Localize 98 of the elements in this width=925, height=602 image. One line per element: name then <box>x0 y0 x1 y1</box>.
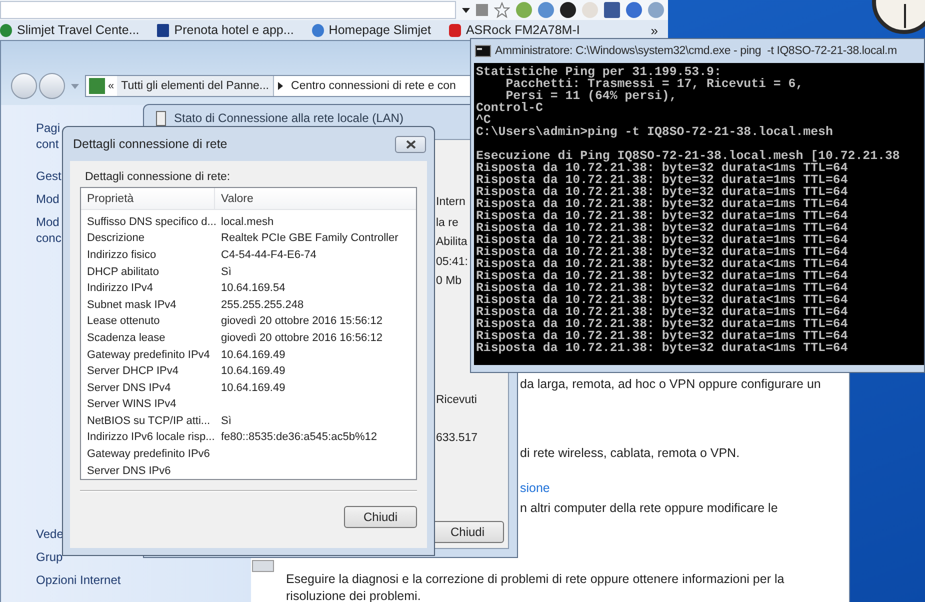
console-icon <box>475 45 491 57</box>
value-cell-text: C4-54-44-F4-E6-74 <box>220 248 316 261</box>
sidebar-link[interactable]: conc <box>36 231 62 245</box>
value-cell-text: 255.255.255.248 <box>220 298 304 311</box>
bookmark-link[interactable]: Slimjet Travel Cente... <box>0 23 140 37</box>
value-cell-text: fe80::8535:de36:a545:ac5b%12 <box>220 431 377 444</box>
details-label: Dettagli connessione di rete: <box>85 171 232 183</box>
console-line: Risposta da 10.72.21.38: byte=32 durata=1ms TTL=64 <box>476 186 848 198</box>
back-button[interactable] <box>11 73 37 99</box>
sidebar-link[interactable]: Mod <box>36 192 60 206</box>
value-cell-text: Realtek PCIe GBE Family Controller <box>220 232 398 244</box>
bookmark-link[interactable]: Prenota hotel e app... <box>157 23 294 37</box>
property-cell-text: NetBIOS su TCP/IP atti... <box>86 414 212 427</box>
console-line: Risposta da 10.72.21.38: byte=32 durata=1ms TTL=64 <box>476 210 848 222</box>
property-cell-text: Scadenza lease <box>86 332 166 344</box>
dropdown-icon[interactable] <box>462 8 470 12</box>
status-text: la re <box>436 217 458 229</box>
description-text: da larga, remota, ad hoc o VPN oppure configurare un <box>520 377 821 391</box>
console-line: Risposta da 10.72.21.38: byte=32 durata<1ms TTL=64 <box>476 294 848 306</box>
value-cell-text: 10.64.169.49 <box>220 365 286 378</box>
arrow-icon[interactable] <box>278 82 284 90</box>
window-title: Amministratore: C:\Windows\system32\cmd.exe - ping -t IQ8SO-72-21-38.local.m <box>495 45 897 57</box>
console-line: Risposta da 10.72.21.38: byte=32 durata<1ms TTL=64 <box>476 258 848 270</box>
address-field[interactable] <box>0 1 456 19</box>
breadcrumb[interactable]: Tutti gli elementi del Panne... <box>117 76 274 96</box>
property-cell-text: Indirizzo IPv6 locale risp... <box>86 431 215 444</box>
close-button[interactable] <box>395 136 426 152</box>
console-line: Risposta da 10.72.21.38: byte=32 durata=1ms TTL=64 <box>476 198 848 210</box>
value-cell-text: Sì <box>220 266 232 278</box>
console-line: Risposta da 10.72.21.38: byte=32 durata<1ms TTL=64 <box>476 162 848 174</box>
status-text: 0 Mb <box>436 275 462 287</box>
close-button[interactable]: Chiudi <box>344 506 417 528</box>
sidebar-link[interactable]: Grup <box>36 550 63 564</box>
property-cell-text: Gateway predefinito IPv6 <box>86 448 211 460</box>
property-cell-text: Gateway predefinito IPv4 <box>86 348 211 361</box>
property-cell-text: Subnet mask IPv4 <box>86 298 178 311</box>
forward-button[interactable] <box>39 73 65 99</box>
property-cell-text: Server DNS IPv6 <box>86 464 172 477</box>
address-bar[interactable]: « Tutti gli elementi del Panne... Centro connessioni di rete e con <box>85 75 472 97</box>
chevron-button[interactable]: « <box>108 80 114 92</box>
property-cell-text: Server DHCP IPv4 <box>86 365 180 378</box>
sidebar-link[interactable]: Pagi <box>36 121 60 135</box>
value-cell-text: 10.64.169.49 <box>220 348 286 361</box>
property-cell-text: Server DNS IPv4 <box>86 382 172 394</box>
bookmark-link[interactable]: Homepage Slimjet <box>312 23 431 37</box>
console-line: C:\Users\admin>ping -t IQ8SO-72-21-38.local.mesh <box>476 126 833 138</box>
column-header[interactable]: Proprietà <box>81 188 215 210</box>
property-cell-text: Lease ottenuto <box>86 315 161 328</box>
sidebar-link[interactable]: Gest <box>36 169 62 183</box>
console-line: Risposta da 10.72.21.38: byte=32 durata=1ms TTL=64 <box>476 282 848 294</box>
window-title: Stato di Connessione alla rete locale (LAN) <box>174 111 404 125</box>
description-text: Eseguire la diagnosi e la correzione di problemi di rete oppure ottenere informazioni per la <box>286 571 784 588</box>
status-text: Abilita <box>436 236 468 248</box>
status-text: 633.517 <box>436 432 478 444</box>
star-icon[interactable] <box>494 2 510 18</box>
console-line: Risposta da 10.72.21.38: byte=32 durata=1ms TTL=64 <box>476 174 848 186</box>
property-cell-text: Suffisso DNS specifico d... <box>86 216 215 228</box>
description-text: n altri computer della rete oppure modificare le <box>520 501 778 515</box>
status-text: 05:41: <box>436 256 468 268</box>
bookmark-link[interactable]: ASRock FM2A78M-I <box>448 23 580 37</box>
console-line: Risposta da 10.72.21.38: byte=32 durata=1ms TTL=64 <box>476 246 848 258</box>
status-text: Intern <box>436 196 466 208</box>
dialog-title: Dettagli connessione di rete <box>73 137 228 151</box>
console-line: Risposta da 10.72.21.38: byte=32 durata=1ms TTL=64 <box>476 234 848 246</box>
sidebar-link[interactable]: cont <box>36 137 59 151</box>
console-line: Esecuzione di Ping IQ8SO-72-21-38.local.mesh [10.72.21.38 <box>476 150 900 162</box>
value-cell-text: 10.64.169.49 <box>220 382 286 394</box>
link[interactable]: sione <box>520 481 550 495</box>
property-cell-text: Indirizzo fisico <box>86 248 158 261</box>
console-line: Pacchetti: Trasmessi = 17, Ricevuti = 6, <box>504 78 804 90</box>
status-text: Ricevuti <box>436 394 477 406</box>
console-line: Persi = 11 (64% persi), <box>506 90 677 102</box>
description-text: di rete wireless, cablata, remota o VPN. <box>520 446 740 460</box>
sidebar-link[interactable]: Vede <box>36 527 64 541</box>
console-line: Risposta da 10.72.21.38: byte=32 durata=1ms TTL=64 <box>476 270 848 282</box>
value-cell-text: giovedì 20 ottobre 2016 15:56:12 <box>220 315 382 328</box>
more-bookmarks-button[interactable]: » <box>650 23 658 38</box>
value-cell-text: local.mesh <box>220 216 274 228</box>
value-cell-text: Sì <box>220 414 232 427</box>
console-line: Risposta da 10.72.21.38: byte=32 durata=1ms TTL=64 <box>476 306 848 318</box>
sidebar-link[interactable]: Opzioni Internet <box>36 573 121 587</box>
column-header[interactable]: Valore <box>215 188 254 210</box>
console-line: Statistiche Ping per 31.199.53.9: <box>476 66 722 78</box>
console-line: Risposta da 10.72.21.38: byte=32 durata=1ms TTL=64 <box>476 222 848 234</box>
console-line: ^C <box>476 114 491 126</box>
console-line: Risposta da 10.72.21.38: byte=32 durata<1ms TTL=64 <box>476 342 848 354</box>
breadcrumb[interactable]: Centro connessioni di rete e con <box>287 76 460 96</box>
console-line: Risposta da 10.72.21.38: byte=32 durata=1ms TTL=64 <box>476 330 848 342</box>
value-cell-text: 10.64.169.54 <box>220 282 286 294</box>
console-line: Risposta da 10.72.21.38: byte=32 durata=1ms TTL=64 <box>476 318 848 330</box>
close-icon <box>404 140 416 148</box>
sidebar-link[interactable]: Mod <box>36 215 60 229</box>
property-cell-text: Indirizzo IPv4 <box>86 282 154 294</box>
property-cell-text: Descrizione <box>86 232 146 244</box>
property-cell-text: Server WINS IPv4 <box>86 398 178 410</box>
console-line: Control-C <box>476 102 543 114</box>
property-cell-text: DHCP abilitato <box>86 266 160 278</box>
value-cell-text: giovedì 20 ottobre 2016 16:56:12 <box>220 332 382 344</box>
